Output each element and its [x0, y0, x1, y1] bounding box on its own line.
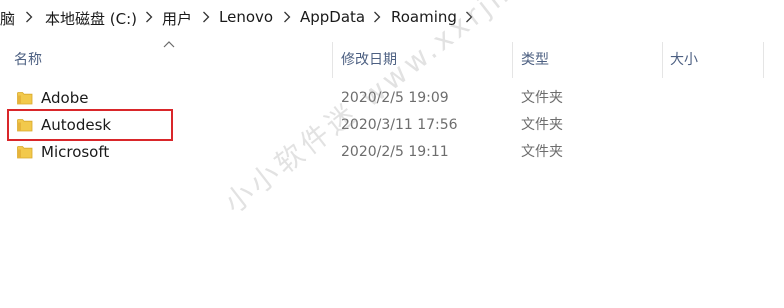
breadcrumb-item-computer[interactable]: 电脑 — [0, 8, 15, 29]
file-date: 2020/2/5 19:11 — [341, 144, 449, 160]
chevron-right-icon[interactable] — [202, 11, 210, 23]
highlight-annotation-box — [7, 109, 173, 141]
folder-icon — [17, 146, 33, 159]
file-name: Adobe — [41, 89, 89, 107]
column-divider[interactable] — [662, 42, 663, 78]
chevron-right-icon[interactable] — [283, 11, 291, 23]
file-type: 文件夹 — [521, 90, 563, 106]
breadcrumb-item-appdata[interactable]: AppData — [300, 8, 365, 26]
column-divider[interactable] — [512, 42, 513, 78]
chevron-right-icon[interactable] — [373, 11, 381, 23]
file-type: 文件夹 — [521, 144, 563, 160]
breadcrumb-item-local-disk[interactable]: 本地磁盘 (C:) — [45, 8, 137, 29]
file-type: 文件夹 — [521, 117, 563, 133]
column-header-row: 名称 修改日期 类型 大小 — [0, 42, 784, 78]
breadcrumb-item-lenovo[interactable]: Lenovo — [219, 8, 273, 26]
chevron-right-icon[interactable] — [145, 11, 153, 23]
file-name: Microsoft — [41, 143, 110, 161]
column-header-type[interactable]: 类型 — [521, 42, 549, 78]
column-divider[interactable] — [332, 42, 333, 78]
breadcrumb: 电脑 本地磁盘 (C:) 用户 Lenovo AppData Roaming — [0, 0, 784, 36]
column-header-name[interactable]: 名称 — [14, 42, 42, 78]
column-divider[interactable] — [763, 42, 764, 78]
breadcrumb-item-users[interactable]: 用户 — [162, 8, 192, 29]
column-header-date[interactable]: 修改日期 — [341, 42, 397, 78]
file-date: 2020/3/11 17:56 — [341, 117, 458, 133]
chevron-right-icon[interactable] — [465, 11, 473, 23]
file-row-microsoft[interactable]: Microsoft 2020/2/5 19:11 文件夹 — [0, 139, 784, 166]
file-date: 2020/2/5 19:09 — [341, 90, 449, 106]
file-explorer-window: 电脑 本地磁盘 (C:) 用户 Lenovo AppData Roaming 名… — [0, 0, 784, 308]
folder-icon — [17, 92, 33, 105]
column-header-size[interactable]: 大小 — [670, 42, 698, 78]
chevron-right-icon[interactable] — [25, 11, 33, 23]
breadcrumb-item-roaming[interactable]: Roaming — [391, 8, 457, 26]
file-row-adobe[interactable]: Adobe 2020/2/5 19:09 文件夹 — [0, 85, 784, 112]
